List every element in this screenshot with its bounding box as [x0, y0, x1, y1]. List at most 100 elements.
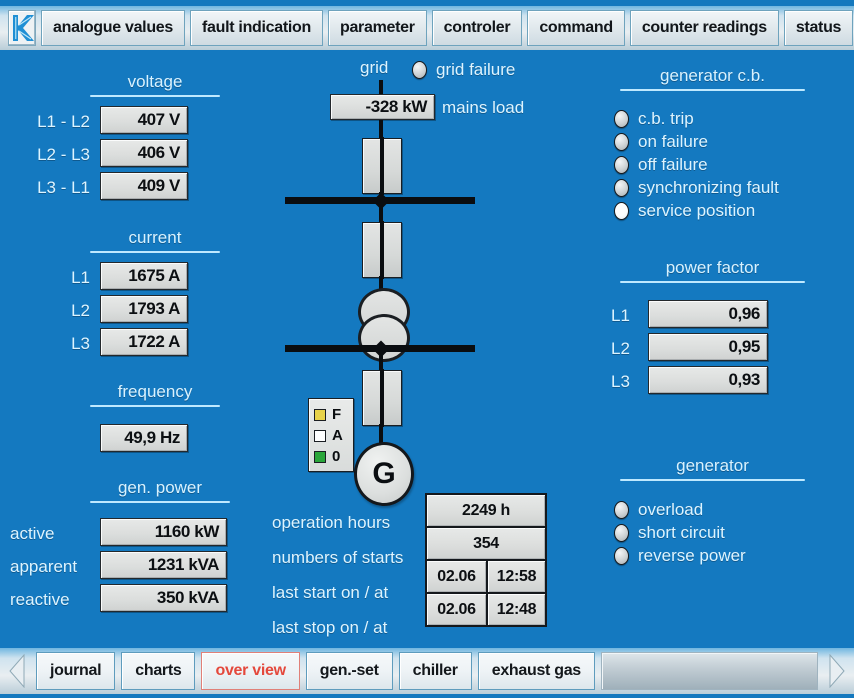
grid-label: grid	[360, 58, 389, 77]
power-factor-row-label: L2	[611, 339, 630, 358]
frequency-title: frequency	[117, 382, 193, 401]
operating-mode-legend[interactable]: F A 0	[308, 398, 354, 472]
power-factor-row-label: L3	[611, 372, 630, 391]
power-factor-row-label: L1	[611, 306, 630, 325]
counter-label-last-stop: last stop on / at	[272, 618, 388, 637]
bottom-tab-charts[interactable]: charts	[121, 652, 196, 690]
counter-label-last-start: last start on / at	[272, 583, 389, 602]
mode-row-f: F	[314, 404, 353, 425]
brand-logo-icon	[8, 10, 36, 46]
tab-label: exhaust gas	[491, 662, 581, 679]
generator-cb-led-sync-fault: synchronizing fault	[614, 178, 779, 198]
tab-fault-indication[interactable]: fault indication	[190, 10, 323, 46]
tab-analogue-values[interactable]: analogue values	[41, 10, 185, 46]
tab-controler[interactable]: controler	[431, 10, 523, 46]
led-label: on failure	[638, 132, 708, 151]
voltage-row-label: L3 - L1	[37, 178, 90, 197]
bottom-tab-over-view[interactable]: over view	[201, 652, 300, 690]
power-factor-l2: 0,95	[648, 333, 768, 361]
tab-label: status	[795, 19, 842, 36]
gen-power-reactive: 350 kVA	[100, 584, 227, 612]
generator-group-header: generator	[620, 456, 805, 481]
generator-led-reverse-power: reverse power	[614, 546, 746, 566]
grid-failure-label: grid failure	[436, 60, 516, 79]
overview-canvas: voltage L1 - L2 407 V L2 - L3 406 V L3 -…	[0, 50, 854, 648]
counter-readings-table: 2249 h 354 02.06 12:58 02.06 12:48	[425, 493, 547, 627]
generator-title: generator	[676, 456, 749, 475]
power-factor-l1: 0,96	[648, 300, 768, 328]
power-factor-l3: 0,93	[648, 366, 768, 394]
window-bottom-edge	[0, 694, 854, 698]
frequency-group-header: frequency	[90, 382, 220, 407]
grid-circuit-breaker[interactable]	[362, 137, 402, 195]
divider	[90, 95, 220, 97]
tab-status[interactable]: status	[783, 10, 854, 46]
short-circuit-led-icon	[614, 524, 629, 542]
scroll-left-arrow-icon[interactable]	[4, 652, 30, 690]
bottom-tab-chiller[interactable]: chiller	[398, 652, 472, 690]
service-position-led-icon	[614, 202, 629, 220]
led-label: off failure	[638, 155, 708, 174]
mode-label-0: 0	[332, 448, 341, 465]
generator-circuit-breaker[interactable]	[362, 369, 402, 427]
gen-power-row-label: apparent	[10, 557, 78, 576]
tab-label: analogue values	[53, 19, 173, 36]
transformer-circuit-breaker[interactable]	[362, 221, 402, 279]
tab-label: fault indication	[202, 19, 311, 36]
current-value-l1: 1675 A	[100, 262, 188, 290]
off-failure-led-icon	[614, 156, 629, 174]
table-row: 02.06 12:48	[427, 594, 545, 625]
mains-load-value: -328 kW	[330, 94, 435, 120]
generator-cb-group-header: generator c.b.	[620, 66, 805, 91]
divider	[620, 281, 805, 283]
divider	[620, 89, 805, 91]
bottom-tab-exhaust-gas[interactable]: exhaust gas	[477, 652, 595, 690]
mode-row-0: 0	[314, 446, 353, 467]
reverse-power-led-icon	[614, 547, 629, 565]
mode-row-a: A	[314, 425, 353, 446]
current-value-l2: 1793 A	[100, 295, 188, 323]
tab-label: chiller	[412, 662, 458, 679]
operation-hours-value: 2249 h	[427, 495, 545, 526]
generator-led-short-circuit: short circuit	[614, 523, 725, 543]
bottom-tab-journal[interactable]: journal	[36, 652, 116, 690]
gen-power-group-header: gen. power	[90, 478, 230, 503]
cb-trip-led-icon	[614, 110, 629, 128]
table-row: 02.06 12:58	[427, 561, 545, 594]
generator-cb-led-trip: c.b. trip	[614, 109, 694, 129]
transformer-winding-secondary	[358, 314, 410, 362]
tab-counter-readings[interactable]: counter readings	[629, 10, 779, 46]
tab-label: controler	[443, 19, 511, 36]
tab-command[interactable]: command	[527, 10, 625, 46]
mode-swatch-a-icon	[314, 429, 326, 442]
tab-label: charts	[135, 662, 182, 679]
led-label: synchronizing fault	[638, 178, 779, 197]
last-stop-date: 02.06	[427, 594, 486, 625]
overload-led-icon	[614, 501, 629, 519]
voltage-row-label: L2 - L3	[37, 145, 90, 164]
bottom-navigation-bar: journal charts over view gen.-set chille…	[0, 648, 854, 694]
voltage-row-label: L1 - L2	[37, 112, 90, 131]
bottom-tab-gen-set[interactable]: gen.-set	[305, 652, 393, 690]
led-label: c.b. trip	[638, 109, 694, 128]
generator-cb-led-service-position: service position	[614, 201, 755, 221]
mode-label-f: F	[332, 406, 342, 423]
tab-parameter[interactable]: parameter	[327, 10, 427, 46]
scroll-right-arrow-icon[interactable]	[824, 652, 850, 690]
divider	[620, 479, 805, 481]
tab-label: over view	[215, 662, 286, 679]
last-stop-time: 12:48	[486, 594, 545, 625]
divider	[90, 251, 220, 253]
gen-power-row-label: active	[10, 524, 55, 543]
synchronizing-fault-led-icon	[614, 179, 629, 197]
gen-power-apparent: 1231 kVA	[100, 551, 227, 579]
current-group-header: current	[90, 228, 220, 253]
grid-failure-indicator: grid failure	[412, 60, 515, 80]
grid-failure-led-icon	[412, 61, 427, 79]
voltage-value-l3-l1: 409 V	[100, 172, 188, 200]
top-navigation-bar: analogue values fault indication paramet…	[0, 6, 854, 50]
voltage-value-l1-l2: 407 V	[100, 106, 188, 134]
frequency-value: 49,9 Hz	[100, 424, 188, 452]
current-row-label: L3	[71, 334, 90, 353]
generator-led-overload: overload	[614, 500, 703, 520]
